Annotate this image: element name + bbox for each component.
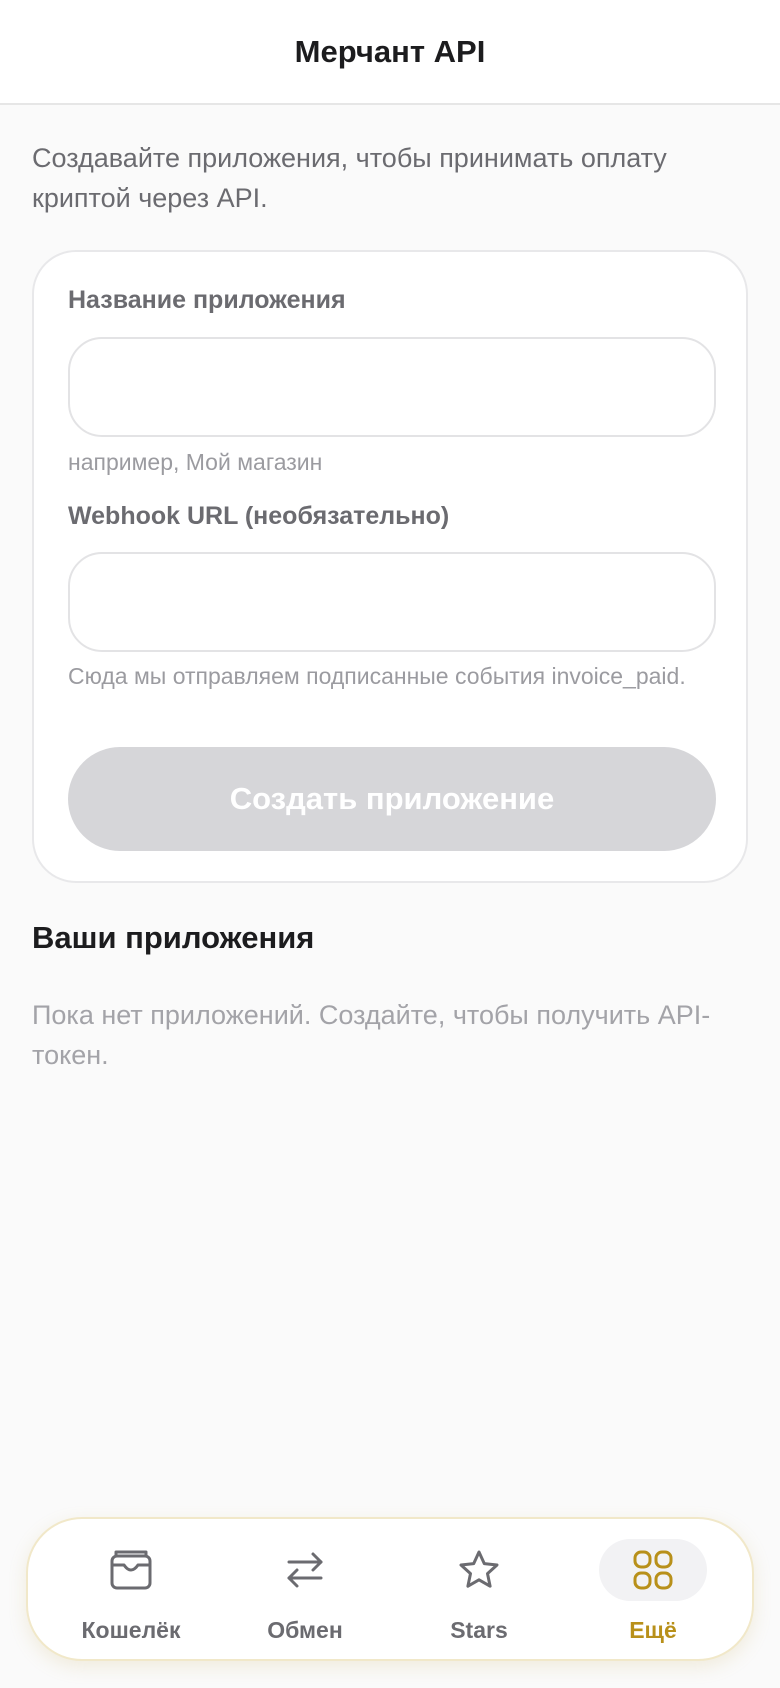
app-name-label: Название приложения (68, 286, 346, 314)
create-app-button[interactable]: Создать приложение (68, 747, 716, 851)
page-title: Мерчант API (294, 33, 486, 69)
tab-more[interactable]: Ещё (566, 1519, 740, 1663)
tab-stars[interactable]: Stars (392, 1519, 566, 1663)
webhook-url-hint: Сюда мы отправляем подписанные события i… (68, 663, 686, 689)
more-grid-icon (599, 1539, 707, 1601)
apps-empty-state: Пока нет приложений. Создайте, чтобы пол… (32, 1000, 711, 1070)
webhook-url-input[interactable] (68, 552, 716, 652)
tab-exchange[interactable]: Обмен (218, 1519, 392, 1663)
tab-wallet[interactable]: Кошелёк (44, 1519, 218, 1663)
swap-icon (251, 1539, 359, 1601)
app-name-input[interactable] (68, 337, 716, 437)
tab-more-label: Ещё (629, 1617, 677, 1643)
tab-stars-label: Stars (450, 1617, 508, 1643)
bottom-tab-bar: Кошелёк Обмен Stars Ещё (26, 1517, 754, 1661)
webhook-url-label: Webhook URL (необязательно) (68, 502, 450, 530)
tab-exchange-label: Обмен (267, 1617, 343, 1643)
intro-text: Создавайте приложения, чтобы принимать о… (32, 143, 667, 213)
tab-wallet-label: Кошелёк (81, 1617, 181, 1643)
top-bar: Мерчант API (0, 0, 780, 105)
star-icon (425, 1539, 533, 1601)
app-name-hint: например, Мой магазин (68, 449, 323, 475)
create-app-card: Название приложения например, Мой магази… (32, 250, 748, 883)
wallet-icon (77, 1539, 185, 1601)
your-apps-title: Ваши приложения (32, 920, 315, 955)
